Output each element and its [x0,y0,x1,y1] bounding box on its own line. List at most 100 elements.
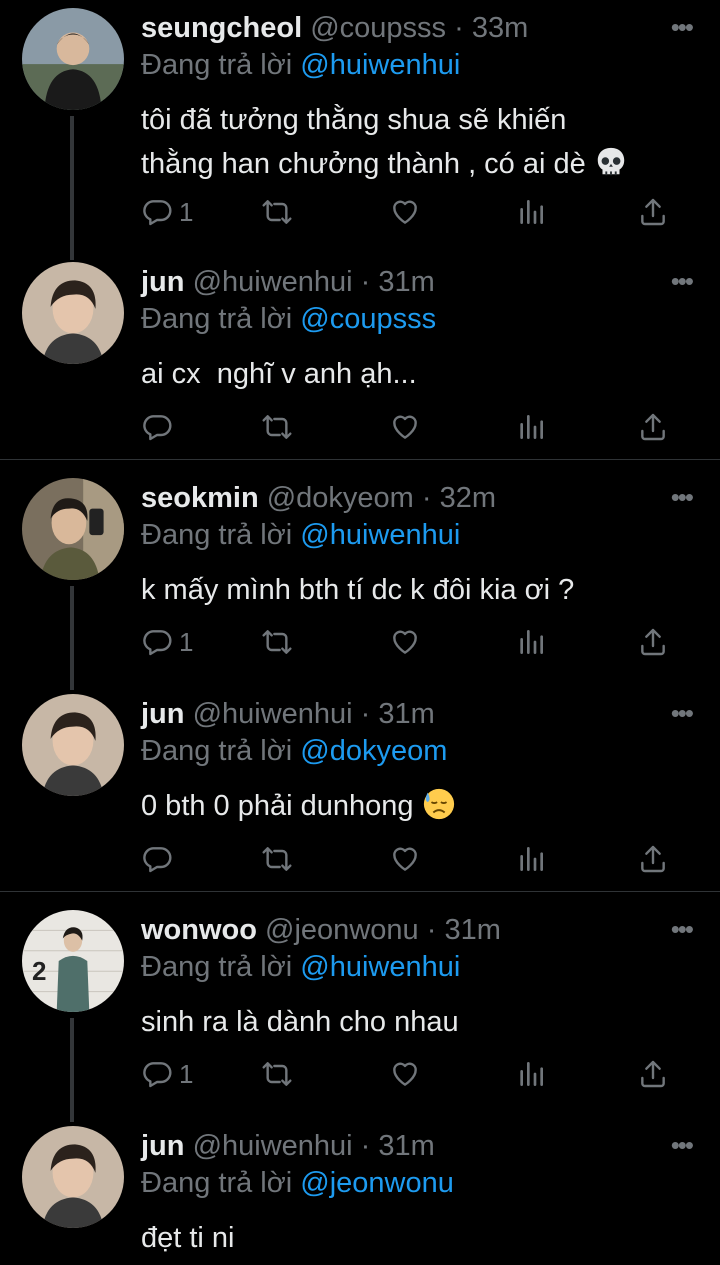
more-options-icon[interactable]: ••• [671,482,694,513]
handle[interactable]: @huiwenhui [193,698,353,730]
like-button[interactable] [389,1056,421,1092]
replying-to: Đang trả lời @huiwenhui [141,49,460,82]
reply-button[interactable]: 1 [141,624,193,660]
tweet[interactable]: 2 wonwoo @jeonwonu · 31m ••• Đang trả lờ… [0,910,720,1122]
share-icon [641,413,665,441]
reply-icon [143,630,172,656]
avatar[interactable]: 2 [22,910,124,1012]
separator: · [421,482,432,514]
skull-emoji-icon [597,147,625,176]
thread-line [70,1018,74,1122]
share-button[interactable] [637,1056,669,1092]
timestamp[interactable]: 31m [378,266,434,298]
display-name[interactable]: jun [141,698,185,730]
mention-link[interactable]: @jeonwonu [300,1167,454,1199]
reply-count: 1 [179,626,194,657]
tweet-header: seokmin @dokyeom · 32m [141,482,496,515]
reply-icon [143,847,172,873]
more-options-icon[interactable]: ••• [671,698,694,729]
share-button[interactable] [637,194,669,230]
divider [0,891,720,892]
like-button[interactable] [389,841,421,877]
tweet[interactable]: jun @huiwenhui · 31m ••• Đang trả lời @c… [0,262,720,458]
timestamp[interactable]: 32m [440,482,496,514]
replying-label: Đang trả lời [141,735,293,767]
avatar[interactable] [22,1126,124,1228]
tweet-text-line: k mấy mình bth tí dc k đôi kia ơi ? [141,574,575,606]
share-button[interactable] [637,409,669,445]
more-options-icon[interactable]: ••• [671,12,694,43]
handle[interactable]: @huiwenhui [193,1130,353,1162]
mention-link[interactable]: @dokyeom [300,735,447,767]
like-button[interactable] [389,624,421,660]
avatar[interactable] [22,694,124,796]
handle[interactable]: @coupsss [310,12,446,44]
tweet-header: seungcheol @coupsss · 33m [141,12,528,45]
display-name[interactable]: jun [141,266,185,298]
reply-button[interactable]: 1 [141,1056,193,1092]
more-options-icon[interactable]: ••• [671,266,694,297]
retweet-button[interactable] [261,841,293,877]
handle[interactable]: @dokyeom [267,482,414,514]
retweet-icon [262,200,292,224]
mention-link[interactable]: @coupsss [300,303,436,335]
reply-button[interactable] [141,409,179,445]
display-name[interactable]: seungcheol [141,12,302,44]
handle[interactable]: @jeonwonu [265,914,419,946]
share-button[interactable] [637,624,669,660]
avatar[interactable] [22,478,124,580]
retweet-button[interactable] [261,194,293,230]
replying-to: Đang trả lời @huiwenhui [141,519,460,552]
analytics-button[interactable] [515,194,547,230]
analytics-icon [520,200,543,224]
replying-label: Đang trả lời [141,1167,293,1199]
heart-icon [393,1062,417,1086]
mention-link[interactable]: @huiwenhui [300,519,460,551]
reply-button[interactable]: 1 [141,194,193,230]
analytics-button[interactable] [515,1056,547,1092]
tweet[interactable]: jun @huiwenhui · 31m ••• Đang trả lời @d… [0,694,720,890]
tweet-actions: 1 [141,624,681,660]
display-name[interactable]: wonwoo [141,914,257,946]
mention-link[interactable]: @huiwenhui [300,951,460,983]
handle[interactable]: @huiwenhui [193,266,353,298]
tweet-text: ai cx nghĩ v anh ạh... [141,352,701,396]
tweet-text-line: tôi đã tưởng thằng shua sẽ khiến [141,104,567,136]
avatar[interactable] [22,262,124,364]
retweet-button[interactable] [261,1056,293,1092]
timestamp[interactable]: 31m [378,698,434,730]
like-button[interactable] [389,409,421,445]
timestamp[interactable]: 33m [472,12,528,44]
tweet-actions: 1 [141,1056,681,1092]
retweet-button[interactable] [261,624,293,660]
analytics-icon [520,1062,543,1086]
share-button[interactable] [637,841,669,877]
analytics-button[interactable] [515,409,547,445]
tweet[interactable]: seungcheol @coupsss · 33m ••• Đang trả l… [0,8,720,260]
separator: · [360,1130,371,1162]
display-name[interactable]: seokmin [141,482,259,514]
display-name[interactable]: jun [141,1130,185,1162]
separator: · [360,698,371,730]
mention-link[interactable]: @huiwenhui [300,49,460,81]
tweet-text-line: sinh ra là dành cho nhau [141,1006,459,1038]
timestamp[interactable]: 31m [444,914,500,946]
more-options-icon[interactable]: ••• [671,1130,694,1161]
replying-to: Đang trả lời @dokyeom [141,735,447,768]
reply-button[interactable] [141,841,179,877]
like-button[interactable] [389,194,421,230]
timestamp[interactable]: 31m [378,1130,434,1162]
tweet-text-line: đẹt ti ni [141,1222,235,1254]
analytics-button[interactable] [515,624,547,660]
more-options-icon[interactable]: ••• [671,914,694,945]
avatar[interactable] [22,8,124,110]
tweet-text: 0 bth 0 phải dunhong [141,784,701,828]
replying-to: Đang trả lời @jeonwonu [141,1167,454,1200]
tweet[interactable]: seokmin @dokyeom · 32m ••• Đang trả lời … [0,478,720,690]
separator: · [360,266,371,298]
tweet[interactable]: jun @huiwenhui · 31m ••• Đang trả lời @j… [0,1126,720,1265]
tweet-actions [141,841,681,877]
retweet-button[interactable] [261,409,293,445]
heart-icon [393,847,417,871]
analytics-button[interactable] [515,841,547,877]
